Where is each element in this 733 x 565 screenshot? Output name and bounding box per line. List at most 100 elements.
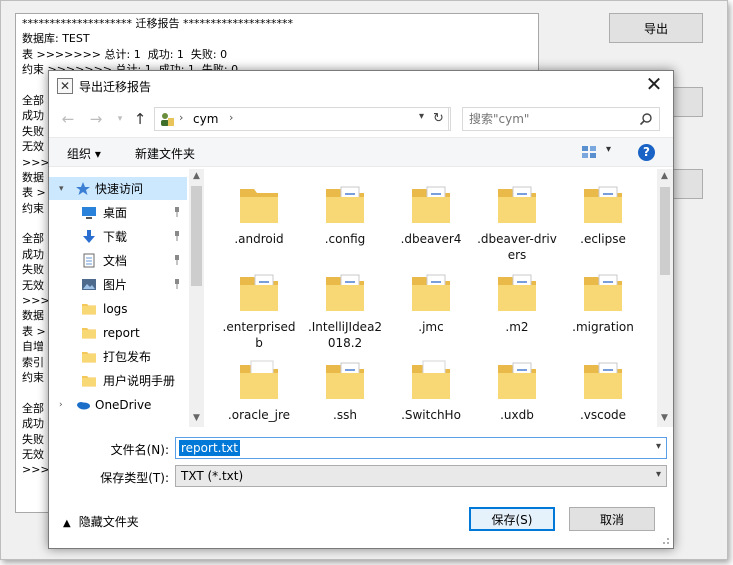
resize-grip-icon[interactable] xyxy=(660,535,670,545)
file-item[interactable]: .dbeaver4 xyxy=(391,173,471,255)
pin-icon[interactable] xyxy=(173,279,181,289)
nav-item-图片[interactable]: 图片 xyxy=(49,273,187,296)
folder-icon xyxy=(240,360,278,399)
navigation-pane: ▲ ▼ ▾ 快速访问 桌面下载文档 图片 logs report 打包发布用户说明手册 › On… xyxy=(49,169,204,427)
breadcrumb-separator[interactable]: › xyxy=(229,111,233,124)
file-name: .dbeaver4 xyxy=(400,232,462,246)
nav-item-文档[interactable]: 文档 xyxy=(49,249,187,272)
recent-dropdown-icon[interactable]: ▾ xyxy=(111,109,129,129)
command-toolbar: 组织 ▾ 新建文件夹 ▾ ? xyxy=(49,137,673,167)
file-name: .migration xyxy=(572,320,634,334)
file-name: .jmc xyxy=(418,320,444,334)
folder-icon xyxy=(240,274,278,311)
file-grid: .android .config .dbeaver4 .dbeaver-drivers… xyxy=(209,169,657,427)
nav-item-快速访问[interactable]: ▾ 快速访问 xyxy=(49,177,187,200)
file-item[interactable]: .dbeaver-drivers xyxy=(477,173,557,262)
breadcrumb-separator[interactable]: › xyxy=(179,111,183,124)
folder-icon xyxy=(326,186,364,223)
nav-scroll-thumb[interactable] xyxy=(191,186,202,286)
folder-icon xyxy=(82,352,96,363)
folder-icon xyxy=(82,376,96,387)
close-button[interactable]: ✕ xyxy=(643,74,665,96)
file-item[interactable]: .SwitchHo xyxy=(391,349,471,427)
filename-input[interactable]: report.txt ▾ xyxy=(175,437,667,459)
star-icon xyxy=(76,182,90,195)
export-button[interactable]: 导出 xyxy=(609,13,703,43)
download-icon xyxy=(83,230,95,243)
report-line: 表 >>>>>>> 总计: 1 成功: 1 失败: 0 xyxy=(22,47,228,61)
save-file-dialog: ✕ 导出迁移报告 ✕ ← → ▾ ↑ › cym › ▾ ↻ 组织 ▾ 新建文件… xyxy=(48,70,674,549)
up-arrow-icon[interactable]: ↑ xyxy=(131,109,149,129)
nav-item-logs[interactable]: logs xyxy=(49,297,187,320)
file-scroll-thumb[interactable] xyxy=(660,187,670,275)
nav-item-OneDrive[interactable]: › OneDrive xyxy=(49,393,187,416)
back-arrow-icon[interactable]: ← xyxy=(59,109,77,129)
save-button[interactable]: 保存(S) xyxy=(469,507,555,531)
filetype-dropdown-icon[interactable]: ▾ xyxy=(656,469,661,480)
file-item[interactable]: .eclipse xyxy=(563,173,643,255)
cancel-button[interactable]: 取消 xyxy=(569,507,655,531)
nav-item-label: 打包发布 xyxy=(103,350,152,364)
search-box[interactable] xyxy=(462,107,660,131)
filename-dropdown-icon[interactable]: ▾ xyxy=(656,441,661,452)
search-icon[interactable] xyxy=(639,112,653,126)
file-item[interactable]: .migration xyxy=(563,261,643,343)
scroll-up-icon[interactable]: ▲ xyxy=(657,171,672,181)
nav-item-用户说明手册[interactable]: 用户说明手册 xyxy=(49,369,187,392)
file-name: .oracle_jre xyxy=(227,408,291,422)
nav-item-下载[interactable]: 下载 xyxy=(49,225,187,248)
scroll-down-icon[interactable]: ▼ xyxy=(657,413,672,423)
pin-icon[interactable] xyxy=(173,207,181,217)
new-folder-button[interactable]: 新建文件夹 xyxy=(135,145,195,162)
nav-item-label: 下载 xyxy=(103,230,128,244)
file-item[interactable]: .vscode xyxy=(563,349,643,427)
file-item[interactable]: .enterprisedb xyxy=(219,261,299,350)
scroll-up-icon[interactable]: ▲ xyxy=(189,171,204,181)
view-options-icon[interactable] xyxy=(581,145,597,159)
nav-scrollbar[interactable]: ▲ ▼ xyxy=(189,169,204,427)
report-line: 数据库: TEST xyxy=(22,32,90,46)
forward-arrow-icon[interactable]: → xyxy=(87,109,105,129)
file-item[interactable]: .jmc xyxy=(391,261,471,343)
pin-icon[interactable] xyxy=(173,255,181,265)
nav-item-report[interactable]: report xyxy=(49,321,187,344)
filetype-value: TXT (*.txt) xyxy=(181,469,244,483)
folder-icon xyxy=(412,186,450,223)
hide-folders-toggle[interactable]: ▲ 隐藏文件夹 xyxy=(63,513,139,530)
breadcrumb-cym[interactable]: cym xyxy=(193,112,218,126)
search-input[interactable] xyxy=(469,110,629,128)
help-icon[interactable]: ? xyxy=(638,144,655,161)
filetype-label: 保存类型(T): xyxy=(100,471,169,485)
file-item[interactable]: .ssh xyxy=(305,349,385,427)
view-dropdown-icon[interactable]: ▾ xyxy=(606,144,611,155)
filename-value[interactable]: report.txt xyxy=(179,440,240,456)
desktop-icon xyxy=(82,207,96,219)
nav-item-桌面[interactable]: 桌面 xyxy=(49,201,187,224)
file-item[interactable]: .oracle_jre xyxy=(219,349,299,427)
nav-item-打包发布[interactable]: 打包发布 xyxy=(49,345,187,368)
pin-icon[interactable] xyxy=(173,231,181,241)
file-item[interactable]: .uxdb xyxy=(477,349,557,427)
file-item[interactable]: .config xyxy=(305,173,385,255)
file-name: .dbeaver-drivers xyxy=(477,232,557,262)
file-name: .m2 xyxy=(505,320,529,334)
file-scrollbar[interactable]: ▲ ▼ xyxy=(657,169,673,427)
file-item[interactable]: .m2 xyxy=(477,261,557,343)
address-bar[interactable]: › cym › ▾ xyxy=(154,107,449,131)
file-name: .ssh xyxy=(333,408,357,422)
chevron-down-icon[interactable]: ▾ xyxy=(59,184,64,194)
folder-icon xyxy=(326,362,364,399)
refresh-icon[interactable]: ↻ xyxy=(427,107,451,131)
address-dropdown-icon[interactable]: ▾ xyxy=(419,111,424,122)
filetype-select[interactable]: TXT (*.txt) ▾ xyxy=(175,465,667,487)
folder-icon xyxy=(498,274,536,311)
nav-item-label: 用户说明手册 xyxy=(103,374,176,388)
folder-icon xyxy=(584,274,622,311)
organize-menu[interactable]: 组织 ▾ xyxy=(67,145,101,162)
scroll-down-icon[interactable]: ▼ xyxy=(189,413,204,423)
chevron-right-icon[interactable]: › xyxy=(59,400,63,410)
nav-item-label: logs xyxy=(103,301,128,316)
file-item[interactable]: .android xyxy=(219,173,299,255)
file-item[interactable]: .IntelliJIdea2018.2 xyxy=(305,261,385,350)
folder-icon xyxy=(326,274,364,311)
